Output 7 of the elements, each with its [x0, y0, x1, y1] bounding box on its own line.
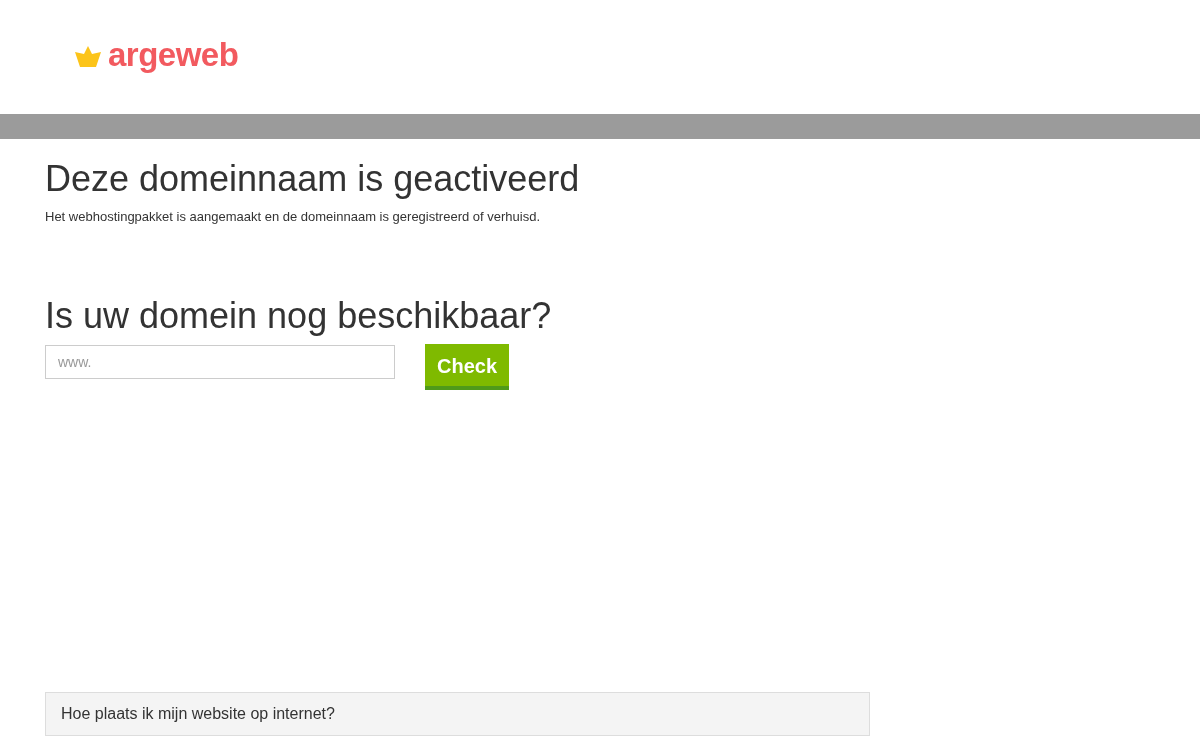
faq-question[interactable]: Hoe plaats ik mijn website op internet? [45, 691, 870, 736]
description-text: Het webhostingpakket is aangemaakt en de domeinnaam is geregistreerd of verhuisd. [45, 207, 541, 226]
check-button[interactable]: Check [425, 343, 510, 390]
domain-input-field[interactable]: www. [45, 344, 395, 379]
page-title: Deze domeinnaam is geactiveerd [45, 159, 581, 199]
section-title: Is uw domein nog beschikbaar? [45, 296, 553, 336]
logo[interactable]: argeweb [108, 37, 239, 71]
